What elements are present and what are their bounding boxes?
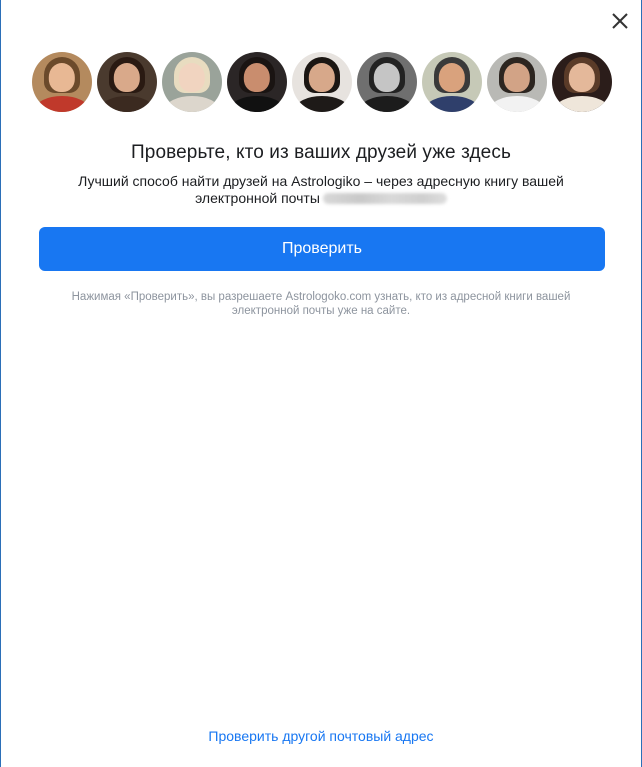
avatar-body: [425, 95, 479, 112]
friend-avatar: [357, 52, 417, 112]
avatar-face: [503, 62, 531, 92]
avatar-body: [555, 95, 609, 112]
dialog-subtitle: Лучший способ найти друзей на Astrologik…: [61, 173, 581, 207]
avatar-face: [308, 62, 336, 92]
avatar-face: [373, 62, 401, 92]
avatar-body: [295, 95, 349, 112]
friend-avatar: [162, 52, 222, 112]
friend-avatars-row: [32, 52, 612, 112]
friend-avatar: [227, 52, 287, 112]
friend-avatar: [97, 52, 157, 112]
blurred-email-address: [322, 193, 447, 204]
avatar-face: [48, 62, 76, 92]
friend-avatar: [32, 52, 92, 112]
avatar-body: [360, 95, 414, 112]
avatar-face: [243, 62, 271, 92]
close-button[interactable]: [609, 10, 631, 32]
avatar-face: [568, 62, 596, 92]
avatar-face: [178, 62, 206, 92]
dialog-headline: Проверьте, кто из ваших друзей уже здесь: [131, 142, 511, 163]
avatar-face: [113, 62, 141, 92]
check-other-email-link[interactable]: Проверить другой почтовый адрес: [1, 728, 641, 744]
avatar-body: [490, 95, 544, 112]
friend-avatar: [292, 52, 352, 112]
subtitle-text: Лучший способ найти друзей на Astrologik…: [78, 173, 564, 206]
avatar-body: [230, 95, 284, 112]
find-friends-dialog: Проверьте, кто из ваших друзей уже здесь…: [0, 0, 642, 767]
avatar-face: [438, 62, 466, 92]
friend-avatar: [487, 52, 547, 112]
avatar-body: [35, 95, 89, 112]
avatar-body: [100, 95, 154, 112]
close-icon: [612, 13, 628, 29]
check-contacts-button[interactable]: Проверить: [39, 227, 605, 271]
friend-avatar: [552, 52, 612, 112]
friend-avatar: [422, 52, 482, 112]
avatar-body: [165, 95, 219, 112]
consent-disclaimer: Нажимая «Проверить», вы разрешаете Astro…: [71, 291, 571, 317]
